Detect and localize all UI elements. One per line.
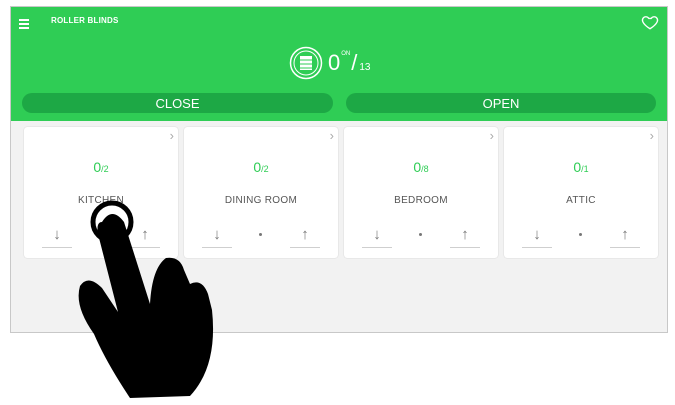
- arrow-up-icon: ↑: [621, 226, 629, 243]
- room-count-value: 0: [413, 159, 422, 175]
- raise-blinds-button[interactable]: ↑: [290, 225, 320, 249]
- count-total: 13: [359, 61, 371, 73]
- app-title: ROLLER BLINDS: [51, 16, 119, 25]
- arrow-down-icon: ↓: [533, 226, 541, 243]
- chevron-right-icon[interactable]: ›: [170, 128, 174, 143]
- room-count: 0/2: [184, 159, 338, 177]
- count-suffix: ON: [341, 51, 351, 57]
- lower-blinds-button[interactable]: ↓: [362, 225, 392, 249]
- room-card-bedroom[interactable]: › 0/8 BEDROOM ↓ ↑: [344, 127, 498, 258]
- room-controls: ↓ ↑: [504, 225, 658, 253]
- room-count-value: 0: [93, 159, 102, 175]
- room-controls: ↓ ↑: [344, 225, 498, 253]
- raise-blinds-button[interactable]: ↑: [450, 225, 480, 249]
- arrow-up-icon: ↑: [301, 226, 309, 243]
- room-count-total: /2: [101, 164, 109, 174]
- stop-dot[interactable]: [419, 233, 422, 236]
- arrow-down-icon: ↓: [373, 226, 381, 243]
- stop-dot[interactable]: [579, 233, 582, 236]
- chevron-right-icon[interactable]: ›: [330, 128, 334, 143]
- raise-blinds-button[interactable]: ↑: [610, 225, 640, 249]
- blinds-counter: 0 ON / 13: [289, 45, 371, 81]
- header-bar: ROLLER BLINDS 0 ON / 13 CLOSE OPEN: [11, 7, 667, 121]
- close-all-button[interactable]: CLOSE: [22, 93, 333, 113]
- room-count-total: /8: [421, 164, 429, 174]
- action-bar: CLOSE OPEN: [22, 93, 656, 113]
- arrow-down-icon: ↓: [53, 226, 61, 243]
- open-all-button[interactable]: OPEN: [346, 93, 656, 113]
- room-count: 0/1: [504, 159, 658, 177]
- room-count-value: 0: [573, 159, 582, 175]
- room-count-total: /2: [261, 164, 269, 174]
- blind-icon: [289, 46, 323, 80]
- count-on: 0: [328, 50, 341, 75]
- arrow-up-icon: ↑: [461, 226, 469, 243]
- pointing-hand-icon: [78, 200, 214, 398]
- room-count-total: /1: [581, 164, 589, 174]
- room-count-value: 0: [253, 159, 262, 175]
- stop-dot[interactable]: [259, 233, 262, 236]
- count-slash: /: [351, 50, 358, 75]
- room-name: BEDROOM: [394, 195, 448, 206]
- lower-blinds-button[interactable]: ↓: [522, 225, 552, 249]
- menu-icon[interactable]: [19, 17, 33, 29]
- room-count: 0/8: [344, 159, 498, 177]
- room-card-attic[interactable]: › 0/1 ATTIC ↓ ↑: [504, 127, 658, 258]
- chevron-right-icon[interactable]: ›: [490, 128, 494, 143]
- lower-blinds-button[interactable]: ↓: [42, 225, 72, 249]
- room-count: 0/2: [24, 159, 178, 177]
- room-name: ATTIC: [566, 195, 596, 206]
- heart-icon[interactable]: [641, 13, 659, 31]
- chevron-right-icon[interactable]: ›: [650, 128, 654, 143]
